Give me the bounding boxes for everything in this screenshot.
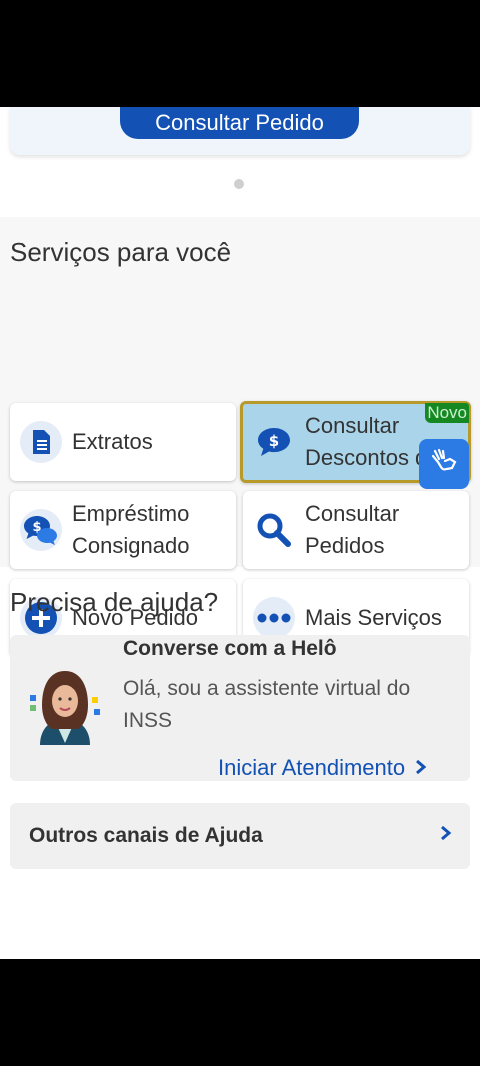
tile-label: Extratos	[72, 429, 153, 454]
new-badge: Novo	[425, 403, 469, 423]
app-screen: Consultar Pedido Serviços para você Extr…	[0, 107, 480, 959]
chevron-right-icon	[415, 755, 427, 781]
start-chat-link[interactable]: Iniciar Atendimento	[218, 755, 427, 781]
carousel-indicator[interactable]	[234, 179, 244, 189]
search-icon	[253, 509, 295, 551]
other-channels-label: Outros canais de Ajuda	[29, 824, 263, 847]
top-area: Consultar Pedido	[0, 107, 480, 217]
money-chat-icon: $	[20, 509, 62, 551]
tile-extratos[interactable]: Extratos	[10, 403, 236, 481]
libras-accessibility-button[interactable]	[419, 439, 469, 489]
help-title: Precisa de ajuda?	[10, 587, 219, 617]
more-icon	[253, 597, 295, 639]
chat-card-title: Converse com a Helô	[123, 637, 337, 660]
tile-emprestimo-consignado[interactable]: $ Empréstimo Consignado	[10, 491, 236, 569]
start-chat-label: Iniciar Atendimento	[218, 755, 406, 780]
chevron-right-icon	[440, 825, 452, 846]
document-icon	[20, 421, 62, 463]
svg-text:$: $	[269, 432, 279, 450]
dollar-speech-icon: $	[253, 421, 295, 463]
tile-consultar-pedidos[interactable]: Consultar Pedidos	[243, 491, 469, 569]
other-help-channels[interactable]: Outros canais de Ajuda	[10, 803, 470, 869]
consult-pedido-button[interactable]: Consultar Pedido	[120, 107, 359, 139]
tile-label: Mais Serviços	[305, 605, 442, 630]
tile-label: Empréstimo Consignado	[72, 501, 190, 558]
hands-icon	[429, 447, 459, 482]
chat-card-description: Olá, sou a assistente virtual do INSS	[123, 677, 411, 732]
tile-label: Consultar Pedidos	[305, 501, 400, 558]
chat-helo-card[interactable]: Converse com a Helô Olá, sou a assistent…	[10, 635, 470, 781]
assistant-avatar	[28, 665, 102, 751]
services-section: Serviços para você Extratos $ Consultar …	[0, 217, 480, 657]
services-title: Serviços para você	[10, 237, 232, 267]
